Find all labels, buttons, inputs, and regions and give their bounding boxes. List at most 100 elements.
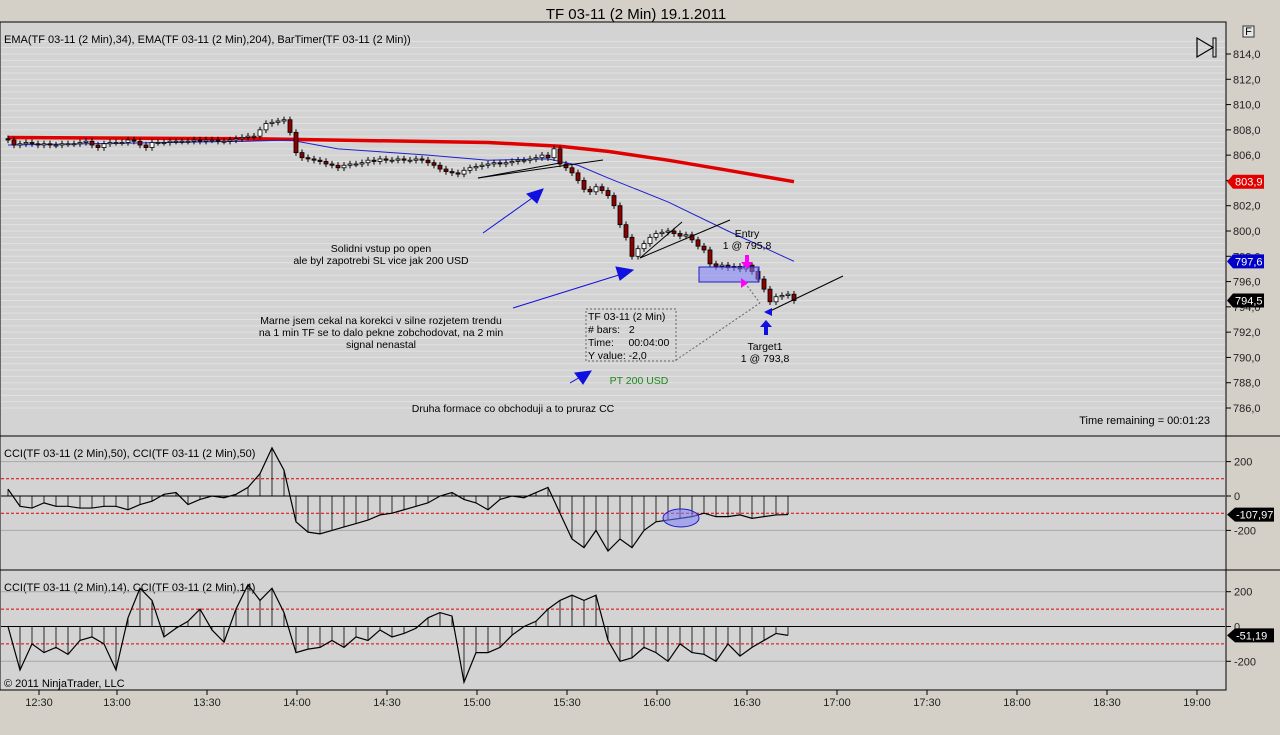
candle xyxy=(245,135,251,138)
candle xyxy=(269,121,275,124)
candle xyxy=(593,186,599,193)
annotation-solidni-2[interactable]: ale byl zapotrebi SL vice jak 200 USD xyxy=(293,255,469,267)
time-tick-label: 15:00 xyxy=(463,697,491,709)
candle xyxy=(77,142,83,145)
candle xyxy=(761,278,767,290)
candle xyxy=(35,143,41,146)
candle xyxy=(191,139,197,142)
candle xyxy=(707,249,713,265)
candle xyxy=(113,142,119,144)
time-tick-label: 17:30 xyxy=(913,697,941,709)
time-tick-label: 16:00 xyxy=(643,697,671,709)
time-tick-label: 14:00 xyxy=(283,697,311,709)
annotation-marne-3[interactable]: signal nenastal xyxy=(346,339,416,351)
candle xyxy=(503,162,509,165)
price-tick-label: 810,0 xyxy=(1233,100,1261,112)
candle xyxy=(119,142,125,144)
price-tag-label: 803,9 xyxy=(1235,177,1263,189)
candle xyxy=(359,162,365,165)
time-tick-label: 12:30 xyxy=(25,697,53,709)
candle xyxy=(407,159,413,162)
candle xyxy=(773,296,779,303)
candle xyxy=(131,139,137,142)
candle xyxy=(599,186,605,191)
candle xyxy=(389,159,395,162)
candle xyxy=(425,159,431,164)
target-label: Target1 xyxy=(747,341,782,353)
candle xyxy=(215,139,221,142)
candle xyxy=(449,171,455,174)
time-tick-label: 14:30 xyxy=(373,697,401,709)
measure-line-4: Y value: -2,0 xyxy=(588,350,647,362)
price-tick-label: 800,0 xyxy=(1233,226,1261,238)
cci-tick-label: 200 xyxy=(1234,587,1252,599)
candle xyxy=(335,164,341,169)
ninjatrader-chart[interactable]: TF 03-11 (2 Min) 19.1.2011 F EMA(TF 03-1… xyxy=(0,0,1280,735)
candle xyxy=(347,163,353,166)
candle xyxy=(653,233,659,238)
candle xyxy=(413,158,419,161)
candle xyxy=(173,140,179,143)
candle xyxy=(251,135,257,138)
candle xyxy=(5,138,11,141)
annotation-marne-2[interactable]: na 1 min TF se to dalo pekne zobchodovat… xyxy=(259,327,504,339)
time-tick-label: 19:00 xyxy=(1183,697,1211,709)
candle xyxy=(371,159,377,162)
bar-timer: Time remaining = 00:01:23 xyxy=(1079,415,1210,427)
candle xyxy=(587,188,593,193)
highlight-rectangle[interactable] xyxy=(698,266,760,283)
measure-line-3: Time: 00:04:00 xyxy=(588,337,669,349)
measure-line-2: # bars: 2 xyxy=(588,324,635,336)
candle xyxy=(143,144,149,148)
candle xyxy=(635,248,641,257)
candle xyxy=(341,164,347,169)
annotation-solidni-1[interactable]: Solidni vstup po open xyxy=(331,243,432,255)
price-tick-label: 802,0 xyxy=(1233,201,1261,213)
candle xyxy=(155,142,161,144)
candle xyxy=(647,236,653,245)
candle xyxy=(713,263,719,267)
candle xyxy=(179,140,185,143)
cci-tick-label: -200 xyxy=(1234,525,1256,537)
candle xyxy=(383,158,389,161)
candle xyxy=(551,148,557,159)
annotation-marne-1[interactable]: Marne jsem cekal na korekci v silne rozj… xyxy=(260,315,502,327)
candle xyxy=(107,142,113,145)
candle xyxy=(89,140,95,146)
candle xyxy=(11,139,17,146)
candle xyxy=(71,143,77,146)
candle xyxy=(233,138,239,141)
candle xyxy=(299,152,305,159)
candle xyxy=(395,158,401,161)
price-tick-label: 806,0 xyxy=(1233,150,1261,162)
cci-tick-label: 0 xyxy=(1234,491,1240,503)
candle xyxy=(47,143,53,146)
candle xyxy=(443,168,449,172)
cci-tick-label: -200 xyxy=(1234,656,1256,668)
candle xyxy=(323,161,329,165)
annotation-pt[interactable]: PT 200 USD xyxy=(610,375,669,387)
time-tick-label: 16:30 xyxy=(733,697,761,709)
candle xyxy=(521,159,527,162)
candle xyxy=(569,167,575,174)
candle xyxy=(311,158,317,161)
time-tick-label: 13:30 xyxy=(193,697,221,709)
annotation-druha[interactable]: Druha formace co obchoduji a to pruraz C… xyxy=(412,403,615,415)
price-tick-label: 792,0 xyxy=(1233,327,1261,339)
candle xyxy=(101,143,107,148)
candle xyxy=(467,167,473,171)
candle xyxy=(719,264,725,267)
candle xyxy=(365,159,371,164)
candle xyxy=(17,143,23,146)
cci-value-tag-label: -107,97 xyxy=(1236,510,1273,522)
candle xyxy=(527,158,533,161)
measure-line-1: TF 03-11 (2 Min) xyxy=(588,311,665,323)
candle xyxy=(83,140,89,143)
cci-tick-label: 200 xyxy=(1234,457,1252,469)
candle xyxy=(611,195,617,207)
candle xyxy=(431,162,437,166)
candle xyxy=(401,158,407,161)
time-tick-label: 18:30 xyxy=(1093,697,1121,709)
candle xyxy=(779,295,785,298)
candle xyxy=(293,131,299,154)
